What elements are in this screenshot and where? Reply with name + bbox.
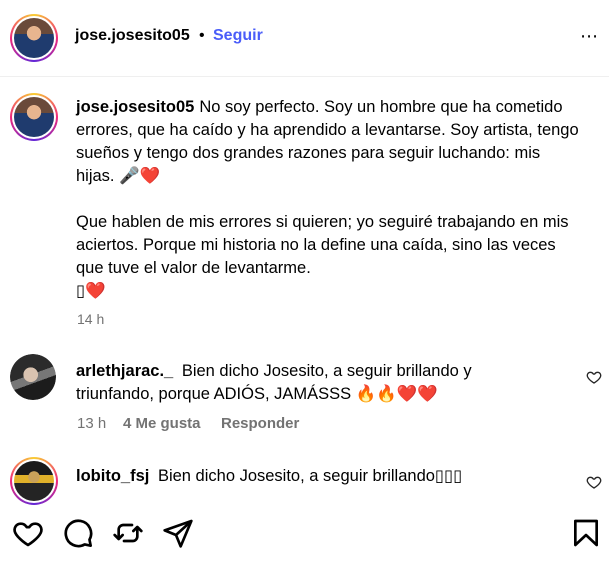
caption-avatar[interactable] <box>10 93 58 141</box>
comment-icon[interactable] <box>62 517 94 549</box>
caption-paragraph-2: Que hablen de mis errores si quieren; yo… <box>76 213 574 277</box>
caption-username[interactable]: jose.josesito05 <box>76 98 194 116</box>
comment-text: lobito_fsj Bien dicho Josesito, a seguir… <box>76 465 546 488</box>
comment-time[interactable]: 13 h <box>77 415 106 432</box>
heart-icon[interactable] <box>12 517 44 549</box>
comment-avatar[interactable] <box>10 354 56 400</box>
comment-like-icon[interactable] <box>586 474 602 490</box>
comment-body: Bien dicho Josesito, a seguir brillando▯… <box>157 467 463 485</box>
repost-icon[interactable] <box>112 517 144 549</box>
comment-text: arlethjarac._ Bien dicho Josesito, a seg… <box>76 360 546 406</box>
author-username[interactable]: jose.josesito05 <box>75 27 190 45</box>
caption-time[interactable]: 14 h <box>77 311 104 327</box>
post-caption: jose.josesito05 No soy perfecto. Soy un h… <box>76 96 581 303</box>
more-options-icon[interactable]: ⋯ <box>580 26 599 47</box>
bookmark-icon[interactable] <box>570 517 602 549</box>
post-header: jose.josesito05 • Seguir ⋯ <box>0 0 609 77</box>
caption-paragraph-3: ▯❤️ <box>76 282 106 300</box>
post-action-bar <box>0 505 609 560</box>
separator-dot: • <box>199 27 205 44</box>
share-icon[interactable] <box>162 517 194 549</box>
author-avatar[interactable] <box>10 14 58 62</box>
comment-like-icon[interactable] <box>586 369 602 385</box>
comment-avatar[interactable] <box>10 457 58 505</box>
comment-username[interactable]: arlethjarac._ <box>76 362 173 380</box>
follow-button[interactable]: Seguir <box>213 27 263 45</box>
comment-username[interactable]: lobito_fsj <box>76 467 149 485</box>
reply-button[interactable]: Responder <box>221 415 299 432</box>
comment-likes[interactable]: 4 Me gusta <box>123 415 201 432</box>
